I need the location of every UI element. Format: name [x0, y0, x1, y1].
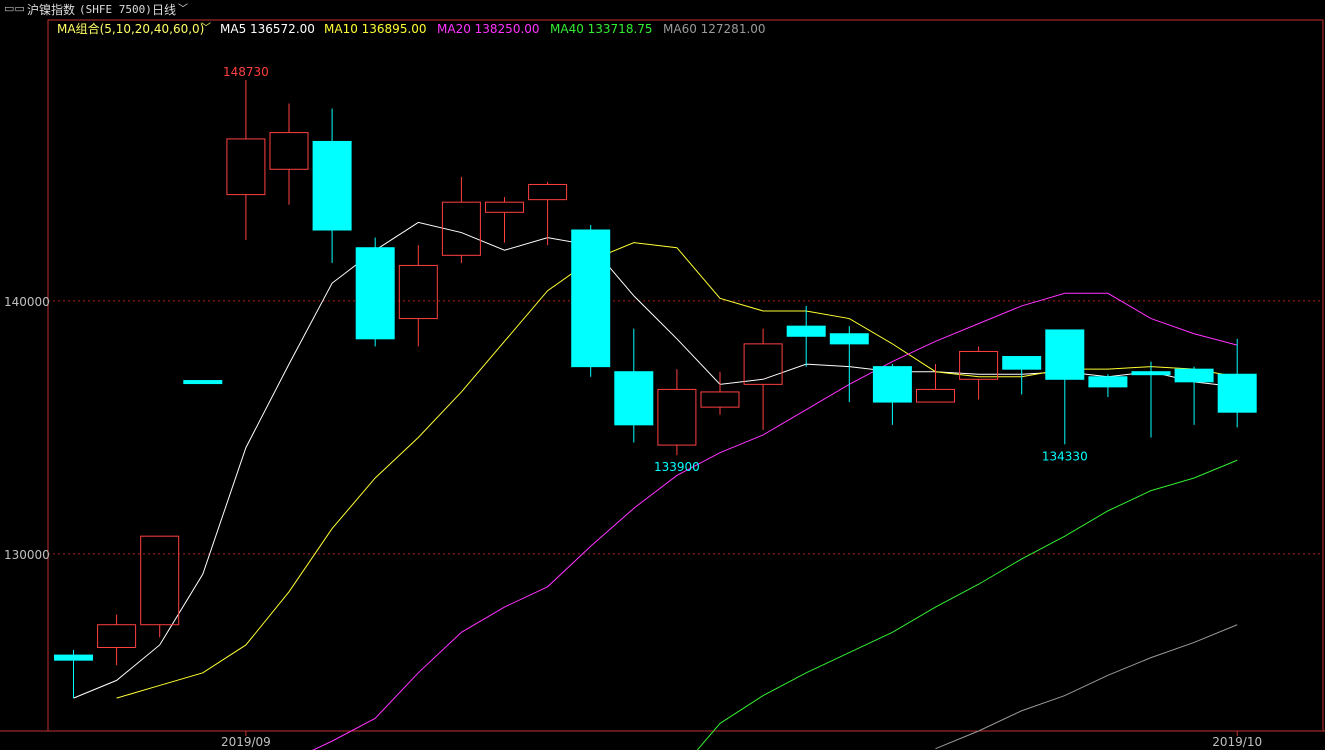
- candle-body: [312, 140, 352, 231]
- candle: [1131, 361, 1171, 438]
- candle-body: [571, 229, 611, 368]
- window-icon[interactable]: ▭▭: [4, 0, 25, 19]
- legend-ma20: MA20 138250.00: [437, 22, 540, 36]
- candle-body: [1088, 376, 1128, 388]
- price-annotation: 134330: [1042, 449, 1088, 463]
- candle-body: [1002, 356, 1042, 370]
- candle: [571, 224, 611, 377]
- candle: [700, 371, 740, 415]
- candle-body: [916, 388, 955, 403]
- candle: [355, 237, 395, 347]
- candle-body: [1045, 329, 1085, 380]
- candle: [398, 245, 438, 347]
- candle: [485, 197, 524, 243]
- chart-frame: [47, 19, 1324, 732]
- candlestick-chart: 148730 133900 134330 140000 130000 2019/09 20…: [0, 19, 1325, 750]
- candle-body: [1174, 368, 1214, 383]
- candle-body: [872, 366, 912, 403]
- candle-body: [54, 654, 93, 661]
- price-annotation: 133900: [654, 460, 700, 474]
- chevron-down-icon[interactable]: ﹀: [178, 0, 188, 20]
- candle-body: [614, 371, 654, 426]
- candle: [829, 326, 869, 403]
- candle-body: [183, 380, 223, 385]
- candle: [441, 176, 481, 263]
- candle-body: [269, 132, 309, 170]
- candle: [183, 380, 223, 385]
- candle: [269, 103, 309, 205]
- candle-body: [355, 247, 395, 340]
- legend-ma40: MA40 133718.75: [550, 22, 653, 36]
- ma-line-ma60: [935, 624, 1238, 750]
- chart-title: 沪镍指数: [27, 3, 76, 17]
- legend-ma5: MA5 136572.00: [220, 22, 315, 36]
- candle-body: [786, 325, 826, 337]
- candle: [614, 328, 654, 443]
- candle-body: [700, 391, 740, 408]
- x-tick-label: 2019/10: [1212, 735, 1262, 749]
- candle: [312, 108, 352, 263]
- candle: [1002, 356, 1042, 395]
- chevron-down-icon[interactable]: ﹀: [201, 20, 211, 38]
- candle-body: [441, 201, 481, 256]
- x-tick-label: 2019/09: [221, 735, 271, 749]
- candle: [657, 369, 697, 456]
- candle-body: [485, 201, 524, 213]
- y-tick-label: 130000: [4, 548, 50, 562]
- candle-body: [140, 535, 180, 626]
- candle: [786, 305, 826, 367]
- ma-line-ma40: [696, 459, 1238, 750]
- legend-ma60: MA60 127281.00: [663, 22, 766, 36]
- candle: [1217, 338, 1257, 428]
- candle: [97, 614, 137, 666]
- candle-body: [1217, 373, 1257, 413]
- candle-body: [657, 388, 697, 446]
- candle: [1045, 329, 1085, 445]
- candle: [916, 364, 955, 403]
- period-selector[interactable]: 日线: [152, 0, 176, 20]
- candle: [226, 79, 266, 241]
- price-annotation: 148730: [223, 65, 269, 79]
- candle-body: [743, 343, 783, 385]
- candle-body: [226, 138, 266, 196]
- candle: [1174, 366, 1214, 425]
- y-tick-label: 140000: [4, 295, 50, 309]
- chart-title-bar: ▭▭ 沪镍指数 (SHFE 7500) 日线 ﹀: [0, 0, 1325, 20]
- candle: [1088, 374, 1128, 398]
- candle-body: [398, 264, 438, 320]
- candle-body: [1131, 371, 1171, 376]
- ma-combo-label[interactable]: MA组合(5,10,20,40,60,0): [57, 20, 204, 38]
- candle-body: [829, 333, 869, 345]
- legend-ma10: MA10 136895.00: [324, 22, 427, 36]
- candle-body: [528, 183, 568, 201]
- candle: [54, 650, 93, 699]
- ma-legend: MA组合(5,10,20,40,60,0) ﹀ MA5 136572.00 MA…: [0, 20, 1325, 38]
- candle: [872, 364, 912, 425]
- instrument-code: (SHFE 7500): [79, 3, 152, 16]
- candle: [528, 181, 568, 246]
- candle-body: [97, 624, 137, 649]
